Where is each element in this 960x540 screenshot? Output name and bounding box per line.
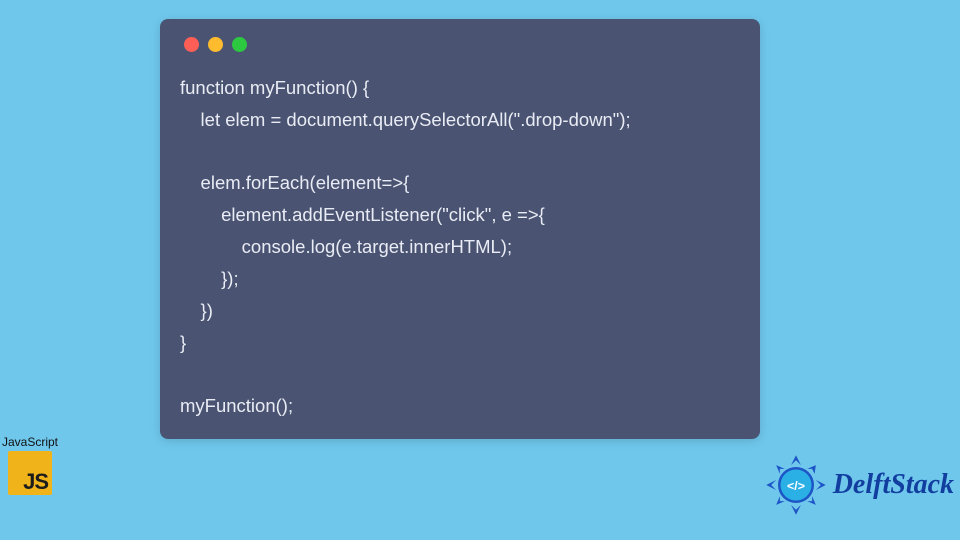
code-line: }	[180, 332, 186, 353]
brand-logo-icon: </>	[765, 454, 827, 516]
code-block: function myFunction() { let elem = docum…	[180, 72, 740, 422]
maximize-icon[interactable]	[232, 37, 247, 52]
javascript-badge: JavaScript JS	[0, 435, 60, 495]
minimize-icon[interactable]	[208, 37, 223, 52]
code-line: let elem = document.querySelectorAll(".d…	[180, 109, 631, 130]
javascript-label: JavaScript	[0, 435, 60, 449]
code-line: function myFunction() {	[180, 77, 369, 98]
brand: </> DelftStack	[765, 454, 954, 516]
close-icon[interactable]	[184, 37, 199, 52]
code-line: });	[180, 268, 239, 289]
javascript-icon: JS	[8, 451, 52, 495]
svg-text:</>: </>	[787, 479, 805, 493]
code-line: element.addEventListener("click", e =>{	[180, 204, 545, 225]
code-line: console.log(e.target.innerHTML);	[180, 236, 512, 257]
window-dots	[180, 37, 740, 52]
code-line: elem.forEach(element=>{	[180, 172, 409, 193]
javascript-icon-text: JS	[23, 469, 48, 495]
code-line: myFunction();	[180, 395, 293, 416]
code-line: })	[180, 300, 213, 321]
code-window: function myFunction() { let elem = docum…	[160, 19, 760, 439]
brand-name: DelftStack	[833, 469, 954, 501]
